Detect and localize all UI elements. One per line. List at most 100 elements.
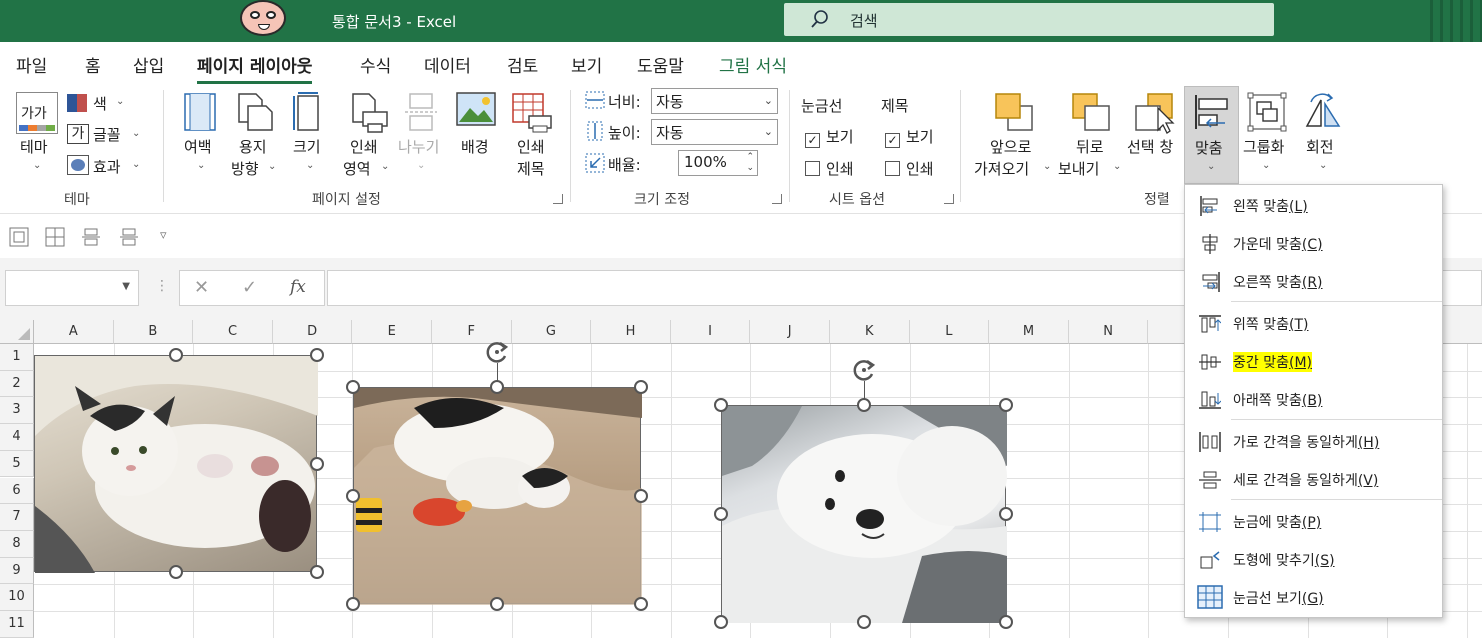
menu-item-distribute-vertically[interactable]: 세로 간격을 동일하게(V) bbox=[1185, 461, 1442, 497]
column-header-a[interactable]: A bbox=[34, 320, 114, 344]
resize-handle[interactable] bbox=[856, 398, 871, 412]
tab-formulas[interactable]: 수식 bbox=[360, 52, 391, 77]
resize-handle[interactable] bbox=[634, 488, 648, 503]
menu-item-shortcut: (T) bbox=[1288, 317, 1309, 333]
headings-print-checkbox[interactable]: 인쇄 bbox=[885, 158, 934, 179]
rotate-handle-icon[interactable] bbox=[482, 337, 512, 367]
column-header-d[interactable]: D bbox=[272, 320, 353, 344]
headings-view-checkbox[interactable]: ✓ 보기 bbox=[885, 126, 934, 148]
column-header-m[interactable]: M bbox=[989, 320, 1069, 344]
align-left-icon bbox=[1195, 95, 1228, 129]
gridlines-view-checkbox[interactable]: ✓ 보기 bbox=[805, 126, 854, 148]
qat-customize-icon[interactable]: ▿ bbox=[160, 228, 167, 243]
tab-help[interactable]: 도움말 bbox=[637, 52, 684, 77]
qat-distribute-icon[interactable] bbox=[80, 226, 102, 248]
resize-handle[interactable] bbox=[310, 565, 324, 579]
picture-2[interactable] bbox=[353, 387, 642, 605]
picture-3[interactable] bbox=[721, 405, 1007, 623]
insert-function-icon[interactable]: fx bbox=[290, 277, 306, 297]
resize-handle[interactable] bbox=[999, 615, 1013, 629]
row-header-8[interactable]: 8 bbox=[0, 530, 34, 558]
row-header-2[interactable]: 2 bbox=[0, 370, 34, 398]
resize-handle[interactable] bbox=[856, 615, 871, 629]
menu-item-align-middle[interactable]: 중간 맞춤(M) bbox=[1185, 343, 1442, 379]
resize-handle[interactable] bbox=[310, 456, 324, 471]
column-header-b[interactable]: B bbox=[113, 320, 194, 344]
menu-item-align-bottom[interactable]: 아래쪽 맞춤(B) bbox=[1185, 381, 1442, 417]
qat-align-icon[interactable] bbox=[118, 226, 140, 248]
resize-handle[interactable] bbox=[999, 506, 1013, 521]
tab-insert[interactable]: 삽입 bbox=[133, 52, 164, 77]
menu-item-align-right[interactable]: 오른쪽 맞춤(R) bbox=[1185, 263, 1442, 299]
resize-handle[interactable] bbox=[346, 597, 360, 611]
column-header-l[interactable]: L bbox=[909, 320, 990, 344]
send-backward-icon bbox=[1072, 93, 1110, 131]
scale-launcher-icon[interactable] bbox=[772, 194, 782, 204]
picture-1[interactable] bbox=[34, 355, 318, 573]
qat-format-cells-icon[interactable] bbox=[8, 226, 30, 248]
tab-page-layout[interactable]: 페이지 레이아웃 bbox=[197, 52, 313, 84]
tab-view[interactable]: 보기 bbox=[571, 52, 602, 77]
align-button[interactable]: 맞춤 ⌄ bbox=[1184, 86, 1239, 184]
resize-handle[interactable] bbox=[714, 615, 728, 629]
resize-handle[interactable] bbox=[490, 380, 504, 394]
qat-borders-icon[interactable] bbox=[44, 226, 66, 248]
resize-handle[interactable] bbox=[634, 597, 648, 611]
resize-handle[interactable] bbox=[714, 398, 728, 412]
width-select[interactable]: 자동 ⌄ bbox=[651, 88, 778, 114]
select-all-corner[interactable] bbox=[0, 320, 34, 344]
cancel-icon[interactable]: ✕ bbox=[194, 277, 209, 298]
resize-handle[interactable] bbox=[346, 488, 360, 503]
tab-review[interactable]: 검토 bbox=[507, 52, 538, 77]
menu-item-view-gridlines[interactable]: 눈금선 보기(G) bbox=[1185, 579, 1442, 615]
rotate-handle-icon[interactable] bbox=[849, 355, 879, 385]
scale-input[interactable]: 100% ⌃ ⌄ bbox=[678, 150, 758, 176]
column-header-i[interactable]: I bbox=[670, 320, 751, 344]
user-avatar[interactable] bbox=[240, 0, 286, 36]
sheet-options-launcher-icon[interactable] bbox=[944, 194, 954, 204]
row-header-9[interactable]: 9 bbox=[0, 557, 34, 585]
resize-handle[interactable] bbox=[346, 380, 360, 394]
column-header-e[interactable]: E bbox=[352, 320, 432, 344]
grid-line bbox=[670, 344, 672, 638]
row-header-4[interactable]: 4 bbox=[0, 424, 34, 451]
resize-handle[interactable] bbox=[168, 348, 183, 362]
resize-handle[interactable] bbox=[310, 348, 324, 362]
tab-data[interactable]: 데이터 bbox=[424, 52, 471, 77]
column-header-n[interactable]: N bbox=[1068, 320, 1149, 344]
spinner-icon[interactable]: ⌃ ⌄ bbox=[746, 152, 754, 174]
menu-item-distribute-horizontally[interactable]: 가로 간격을 동일하게(H) bbox=[1185, 423, 1442, 459]
row-header-7[interactable]: 7 bbox=[0, 504, 34, 531]
column-header-j[interactable]: J bbox=[750, 320, 830, 344]
resize-handle[interactable] bbox=[168, 565, 183, 579]
row-header-1[interactable]: 1 bbox=[0, 344, 34, 371]
menu-item-snap-to-shape[interactable]: 도형에 맞추기(S) bbox=[1185, 541, 1442, 577]
resize-handle[interactable] bbox=[999, 398, 1013, 412]
resize-handle[interactable] bbox=[634, 380, 648, 394]
menu-item-align-center[interactable]: 가운데 맞춤(C) bbox=[1185, 225, 1442, 261]
row-header-10[interactable]: 10 bbox=[0, 584, 34, 611]
row-header-3[interactable]: 3 bbox=[0, 397, 34, 425]
resize-handle[interactable] bbox=[490, 597, 504, 611]
tab-file[interactable]: 파일 bbox=[16, 52, 47, 77]
more-options-icon[interactable]: ⋮ bbox=[155, 278, 169, 294]
row-header-6[interactable]: 6 bbox=[0, 477, 34, 505]
column-header-g[interactable]: G bbox=[511, 320, 592, 344]
menu-item-align-top[interactable]: 위쪽 맞춤(T) bbox=[1185, 305, 1442, 341]
resize-handle[interactable] bbox=[714, 506, 728, 521]
height-select[interactable]: 자동 ⌄ bbox=[651, 119, 778, 145]
column-header-c[interactable]: C bbox=[193, 320, 273, 344]
tab-home[interactable]: 홈 bbox=[85, 52, 101, 77]
row-header-5[interactable]: 5 bbox=[0, 450, 34, 478]
search-box[interactable]: 검색 bbox=[784, 3, 1274, 36]
enter-icon[interactable]: ✓ bbox=[242, 277, 257, 298]
gridlines-print-checkbox[interactable]: 인쇄 bbox=[805, 158, 854, 179]
column-header-k[interactable]: K bbox=[830, 320, 910, 344]
menu-item-snap-to-grid[interactable]: 눈금에 맞춤(P) bbox=[1185, 503, 1442, 539]
name-box[interactable]: ▼ bbox=[5, 270, 139, 306]
tab-picture-format[interactable]: 그림 서식 bbox=[719, 52, 787, 77]
column-header-h[interactable]: H bbox=[591, 320, 671, 344]
page-setup-launcher-icon[interactable] bbox=[553, 194, 563, 204]
menu-item-align-left[interactable]: 왼쪽 맞춤(L) bbox=[1185, 187, 1442, 223]
row-header-11[interactable]: 11 bbox=[0, 611, 34, 638]
